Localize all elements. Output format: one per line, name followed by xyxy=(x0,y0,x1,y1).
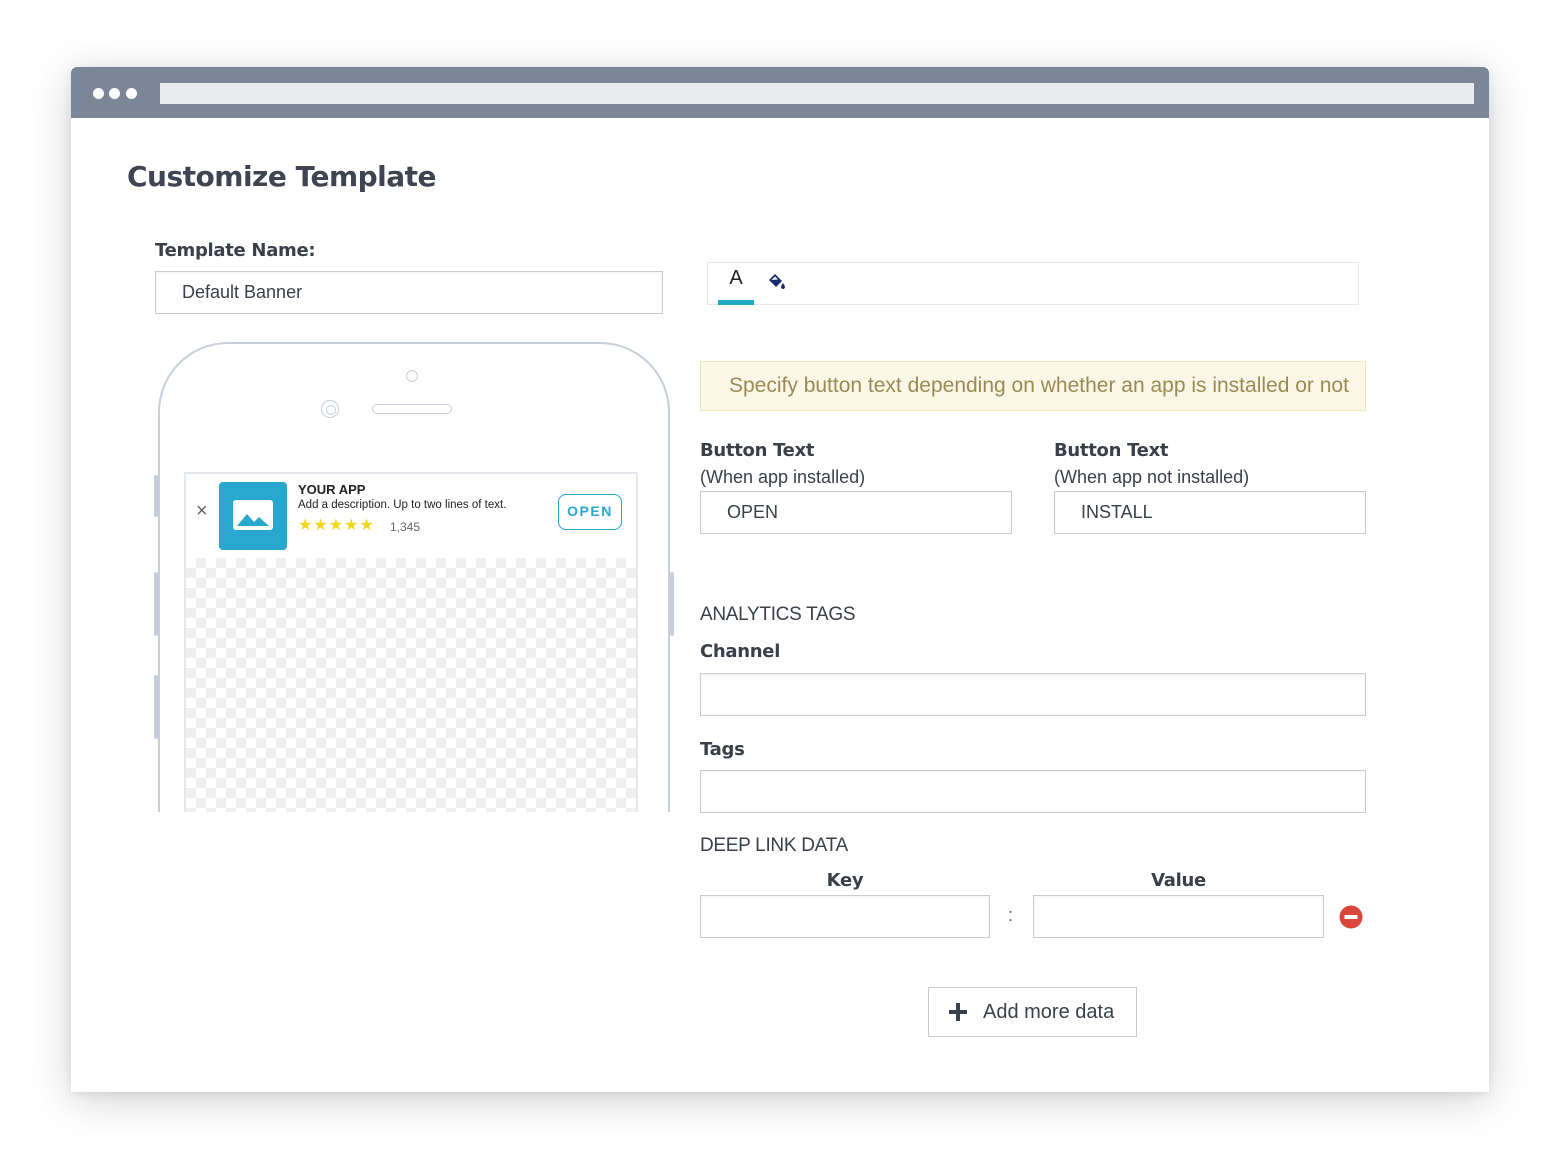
channel-input[interactable] xyxy=(700,673,1366,716)
address-bar[interactable] xyxy=(160,83,1474,104)
editor-tab-bar: A xyxy=(707,262,1359,305)
phone-sensor xyxy=(406,370,418,382)
button-text-not-installed-sublabel: (When app not installed) xyxy=(1054,467,1250,487)
button-text-installed-sublabel: (When app installed) xyxy=(700,467,866,487)
active-tab-indicator xyxy=(718,300,754,305)
paint-bucket-icon[interactable] xyxy=(765,271,787,296)
info-notice: Specify button text depending on whether… xyxy=(700,361,1366,411)
tags-input[interactable] xyxy=(700,770,1366,813)
key-column-label: Key xyxy=(826,870,864,891)
banner-app-name: YOUR APP xyxy=(298,482,366,497)
deep-link-heading: DEEP LINK DATA xyxy=(700,835,848,856)
button-text-not-installed-label: Button Text xyxy=(1054,440,1169,461)
add-more-data-label: Add more data xyxy=(983,1001,1115,1023)
button-text-installed-label: Button Text xyxy=(700,440,815,461)
banner-close-icon[interactable]: × xyxy=(196,500,208,523)
tab-text[interactable]: A xyxy=(726,267,746,290)
banner-rating-count: 1,345 xyxy=(390,520,421,534)
window-dot-1 xyxy=(93,88,104,99)
button-text-not-installed-input[interactable]: INSTALL xyxy=(1054,491,1366,534)
banner-open-button[interactable]: OPEN xyxy=(558,494,622,530)
window-dot-2 xyxy=(109,88,120,99)
add-more-data-button[interactable]: Add more data xyxy=(928,987,1137,1037)
analytics-tags-heading: ANALYTICS TAGS xyxy=(700,604,856,625)
phone-camera xyxy=(321,400,339,418)
phone-side-button xyxy=(670,572,674,636)
template-name-label: Template Name: xyxy=(155,240,316,261)
transparent-background xyxy=(186,558,636,812)
browser-toolbar xyxy=(71,67,1489,118)
key-value-separator: : xyxy=(1008,905,1014,925)
banner-description: Add a description. Up to two lines of te… xyxy=(298,499,507,511)
deep-link-key-input[interactable] xyxy=(700,895,990,938)
page-title: Customize Template xyxy=(127,160,437,193)
image-placeholder-icon xyxy=(233,500,273,530)
app-icon xyxy=(219,482,287,550)
remove-circle-icon[interactable] xyxy=(1339,905,1363,934)
browser-window: Customize Template Template Name: Defaul… xyxy=(71,67,1489,1092)
phone-screen: × YOUR APP Add a description. Up to two … xyxy=(184,472,638,812)
value-column-label: Value xyxy=(1151,870,1206,891)
template-name-input[interactable]: Default Banner xyxy=(155,271,663,314)
window-dot-3 xyxy=(126,88,137,99)
channel-label: Channel xyxy=(700,641,781,662)
plus-icon xyxy=(948,1002,968,1028)
phone-preview: × YOUR APP Add a description. Up to two … xyxy=(158,342,670,812)
button-text-installed-input[interactable]: OPEN xyxy=(700,491,1012,534)
phone-speaker xyxy=(372,404,452,414)
deep-link-value-input[interactable] xyxy=(1033,895,1324,938)
tags-label: Tags xyxy=(700,739,745,760)
banner-rating-stars: ★★★★★ xyxy=(298,517,375,534)
